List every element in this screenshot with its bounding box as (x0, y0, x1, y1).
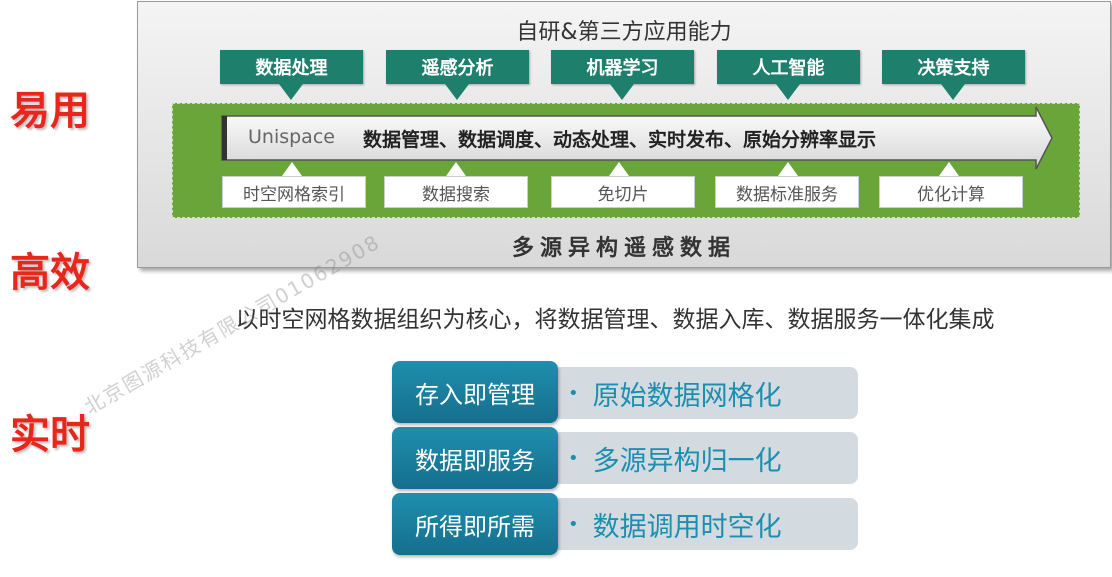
row-item: • 多源异构归一化 (558, 432, 858, 484)
feature-box: 数据标准服务 (715, 176, 859, 208)
bullet-icon: • (568, 447, 579, 469)
feature-box: 数据搜索 (384, 176, 528, 208)
up-arrow-icon (282, 162, 302, 176)
row-item: • 原始数据网格化 (558, 367, 858, 419)
row-item-text: 原始数据网格化 (592, 380, 782, 412)
capability-box: 数据处理 (220, 50, 363, 84)
data-source-label: 多源异构遥感数据 (511, 236, 736, 261)
down-arrow-icon (279, 84, 303, 100)
row-head: 存入即管理 (392, 361, 558, 423)
row-item: • 数据调用时空化 (558, 498, 858, 550)
side-label-efficient: 高效 (10, 250, 90, 296)
capability-box: 决策支持 (882, 50, 1025, 84)
row-head: 所得即所需 (392, 493, 558, 555)
down-arrow-icon (445, 84, 469, 100)
up-arrow-icon (778, 162, 798, 176)
architecture-panel: 自研&第三方应用能力 数据处理 遥感分析 机器学习 人工智能 决策支持 Unis… (137, 1, 1111, 268)
feature-box: 时空网格索引 (222, 176, 366, 208)
side-label-easy: 易用 (10, 88, 90, 134)
down-arrow-icon (610, 84, 634, 100)
side-label-realtime: 实时 (10, 412, 90, 458)
capability-box: 遥感分析 (386, 50, 529, 84)
up-arrow-icon (609, 162, 629, 176)
up-arrow-icon (939, 162, 959, 176)
bullet-icon: • (568, 382, 579, 404)
bullet-icon: • (568, 513, 579, 535)
capability-box: 人工智能 (717, 50, 860, 84)
feature-box: 优化计算 (879, 176, 1023, 208)
row-item-text: 多源异构归一化 (592, 445, 782, 477)
row-item-text: 数据调用时空化 (592, 511, 782, 543)
down-arrow-icon (941, 84, 965, 100)
panel-title: 自研&第三方应用能力 (516, 20, 732, 45)
summary-text: 以时空网格数据组织为核心，将数据管理、数据入库、数据服务一体化集成 (235, 307, 995, 333)
down-arrow-icon (776, 84, 800, 100)
feature-box: 免切片 (551, 176, 695, 208)
capability-box: 机器学习 (551, 50, 694, 84)
row-head: 数据即服务 (392, 427, 558, 489)
up-arrow-icon (446, 162, 466, 176)
unispace-name: Unispace (248, 126, 335, 148)
unispace-functions: 数据管理、数据调度、动态处理、实时发布、原始分辨率显示 (363, 129, 877, 151)
